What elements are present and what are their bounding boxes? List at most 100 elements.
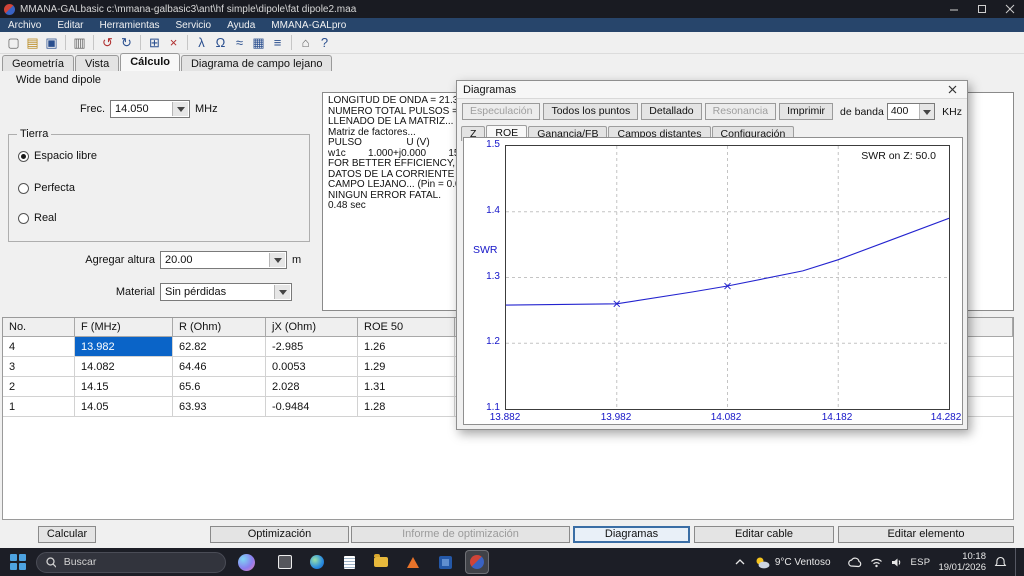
home-icon[interactable]: ⌂	[296, 34, 315, 51]
copilot-icon[interactable]	[238, 553, 255, 571]
print-icon[interactable]: ▥	[70, 34, 89, 51]
swr-chart: SWR 1.5 1.4 1.3 1.2 1.1 SWR on Z: 50.0 1…	[463, 137, 963, 425]
cell-jx[interactable]: 0.0053	[266, 357, 358, 377]
clock[interactable]: 10:18 19/01/2026	[938, 551, 986, 573]
menu-mmana-galpro[interactable]: MMANA-GALpro	[263, 20, 354, 31]
grid-edit-icon[interactable]: ⊞	[145, 34, 164, 51]
tab-geometria[interactable]: Geometría	[2, 55, 74, 71]
table-icon[interactable]: ▦	[249, 34, 268, 51]
radio-icon[interactable]	[18, 182, 29, 194]
volume-icon[interactable]	[891, 557, 903, 568]
editar-elemento-button[interactable]: Editar elemento	[838, 526, 1014, 543]
wave-icon[interactable]: ≈	[230, 34, 249, 51]
weather-widget[interactable]: 9°C Ventoso	[754, 556, 831, 569]
undo-icon[interactable]: ↺	[98, 34, 117, 51]
cell-r[interactable]: 65.6	[173, 377, 266, 397]
menu-herramientas[interactable]: Herramientas	[91, 20, 167, 31]
windows-start-icon[interactable]	[10, 554, 26, 570]
col-header-no[interactable]: No.	[3, 318, 75, 337]
language-indicator[interactable]: ESP	[911, 557, 931, 568]
tab-vista[interactable]: Vista	[74, 55, 120, 71]
hidden-icons-chevron-icon[interactable]	[734, 558, 746, 566]
menu-editar[interactable]: Editar	[49, 20, 91, 31]
show-desktop-button[interactable]	[1015, 548, 1020, 576]
radio-real[interactable]: Real	[18, 212, 57, 224]
onedrive-cloud-icon[interactable]	[847, 557, 862, 568]
cell-roe[interactable]: 1.28	[358, 397, 455, 417]
taskbar-search[interactable]	[36, 551, 226, 573]
col-header-f[interactable]: F (MHz)	[75, 318, 173, 337]
optimizacion-button[interactable]: Optimización	[210, 526, 349, 543]
diagramas-button[interactable]: Diagramas	[573, 526, 690, 543]
wavelength-icon[interactable]: λ	[192, 34, 211, 51]
cell-f[interactable]: 14.15	[75, 377, 173, 397]
imprimir-button[interactable]: Imprimir	[779, 103, 834, 120]
cell-roe[interactable]: 1.29	[358, 357, 455, 377]
maximize-button[interactable]	[968, 0, 996, 18]
cell-r[interactable]: 62.82	[173, 337, 266, 357]
col-header-jx[interactable]: jX (Ohm)	[266, 318, 358, 337]
tab-calculo[interactable]: Cálculo	[120, 53, 180, 71]
notepad-icon[interactable]	[337, 550, 361, 574]
new-file-icon[interactable]: ▢	[4, 34, 23, 51]
media-player-icon[interactable]	[401, 550, 425, 574]
cell-jx[interactable]: -2.985	[266, 337, 358, 357]
wifi-icon[interactable]	[870, 557, 883, 568]
cell-r[interactable]: 64.46	[173, 357, 266, 377]
delete-icon[interactable]: ×	[164, 34, 183, 51]
frequency-combo[interactable]: 14.050	[110, 100, 190, 118]
cell-no[interactable]: 3	[3, 357, 75, 377]
chevron-down-icon[interactable]	[919, 104, 935, 119]
file-explorer-icon[interactable]	[369, 550, 393, 574]
edge-browser-icon[interactable]	[305, 550, 329, 574]
calcular-button[interactable]: Calcular	[38, 526, 96, 543]
close-icon[interactable]	[943, 83, 961, 97]
cell-roe[interactable]: 1.31	[358, 377, 455, 397]
bandwidth-combo[interactable]: 400	[886, 103, 936, 120]
search-input[interactable]	[61, 555, 216, 569]
cell-no[interactable]: 4	[3, 337, 75, 357]
col-header-roe[interactable]: ROE 50	[358, 318, 455, 337]
mmana-app-icon[interactable]	[465, 550, 489, 574]
word-icon[interactable]	[433, 550, 457, 574]
radio-icon[interactable]	[18, 150, 29, 162]
impedance-icon[interactable]: Ω	[211, 34, 230, 51]
menu-archivo[interactable]: Archivo	[0, 20, 49, 31]
height-combo[interactable]: 20.00	[160, 251, 287, 269]
cell-f[interactable]: 14.082	[75, 357, 173, 377]
editar-cable-button[interactable]: Editar cable	[694, 526, 834, 543]
tab-diagrama-campo-lejano[interactable]: Diagrama de campo lejano	[180, 55, 333, 71]
cell-f[interactable]: 14.05	[75, 397, 173, 417]
help-icon[interactable]: ?	[315, 34, 334, 51]
cell-jx[interactable]: -0.9484	[266, 397, 358, 417]
chevron-down-icon[interactable]	[269, 253, 285, 267]
radio-icon[interactable]	[18, 212, 29, 224]
task-view-icon[interactable]	[273, 550, 297, 574]
menu-ayuda[interactable]: Ayuda	[219, 20, 263, 31]
minimize-button[interactable]	[940, 0, 968, 18]
cell-roe[interactable]: 1.26	[358, 337, 455, 357]
radio-perfecta[interactable]: Perfecta	[18, 182, 75, 194]
chevron-down-icon[interactable]	[172, 102, 188, 116]
radio-espacio-libre[interactable]: Espacio libre	[18, 150, 97, 162]
dialog-title-bar[interactable]: Diagramas	[457, 81, 967, 99]
cell-r[interactable]: 63.93	[173, 397, 266, 417]
cell-f-selected[interactable]: 13.982	[75, 337, 173, 357]
col-header-r[interactable]: R (Ohm)	[173, 318, 266, 337]
cell-jx[interactable]: 2.028	[266, 377, 358, 397]
close-button[interactable]	[996, 0, 1024, 18]
todos-los-puntos-button[interactable]: Todos los puntos	[543, 103, 639, 120]
title-bar[interactable]: MMANA-GALbasic c:\mmana-galbasic3\ant\hf…	[0, 0, 1024, 18]
chevron-down-icon[interactable]	[274, 285, 290, 299]
detallado-button[interactable]: Detallado	[641, 103, 702, 120]
notifications-bell-icon[interactable]	[994, 556, 1007, 569]
menu-servicio[interactable]: Servicio	[168, 20, 220, 31]
material-combo[interactable]: Sin pérdidas	[160, 283, 292, 301]
open-file-icon[interactable]: ▤	[23, 34, 42, 51]
redo-icon[interactable]: ↻	[117, 34, 136, 51]
cell-no[interactable]: 1	[3, 397, 75, 417]
cell-no[interactable]: 2	[3, 377, 75, 397]
mmana-window: MMANA-GALbasic c:\mmana-galbasic3\ant\hf…	[0, 0, 1024, 576]
save-icon[interactable]: ▣	[42, 34, 61, 51]
list-icon[interactable]: ≡	[268, 34, 287, 51]
